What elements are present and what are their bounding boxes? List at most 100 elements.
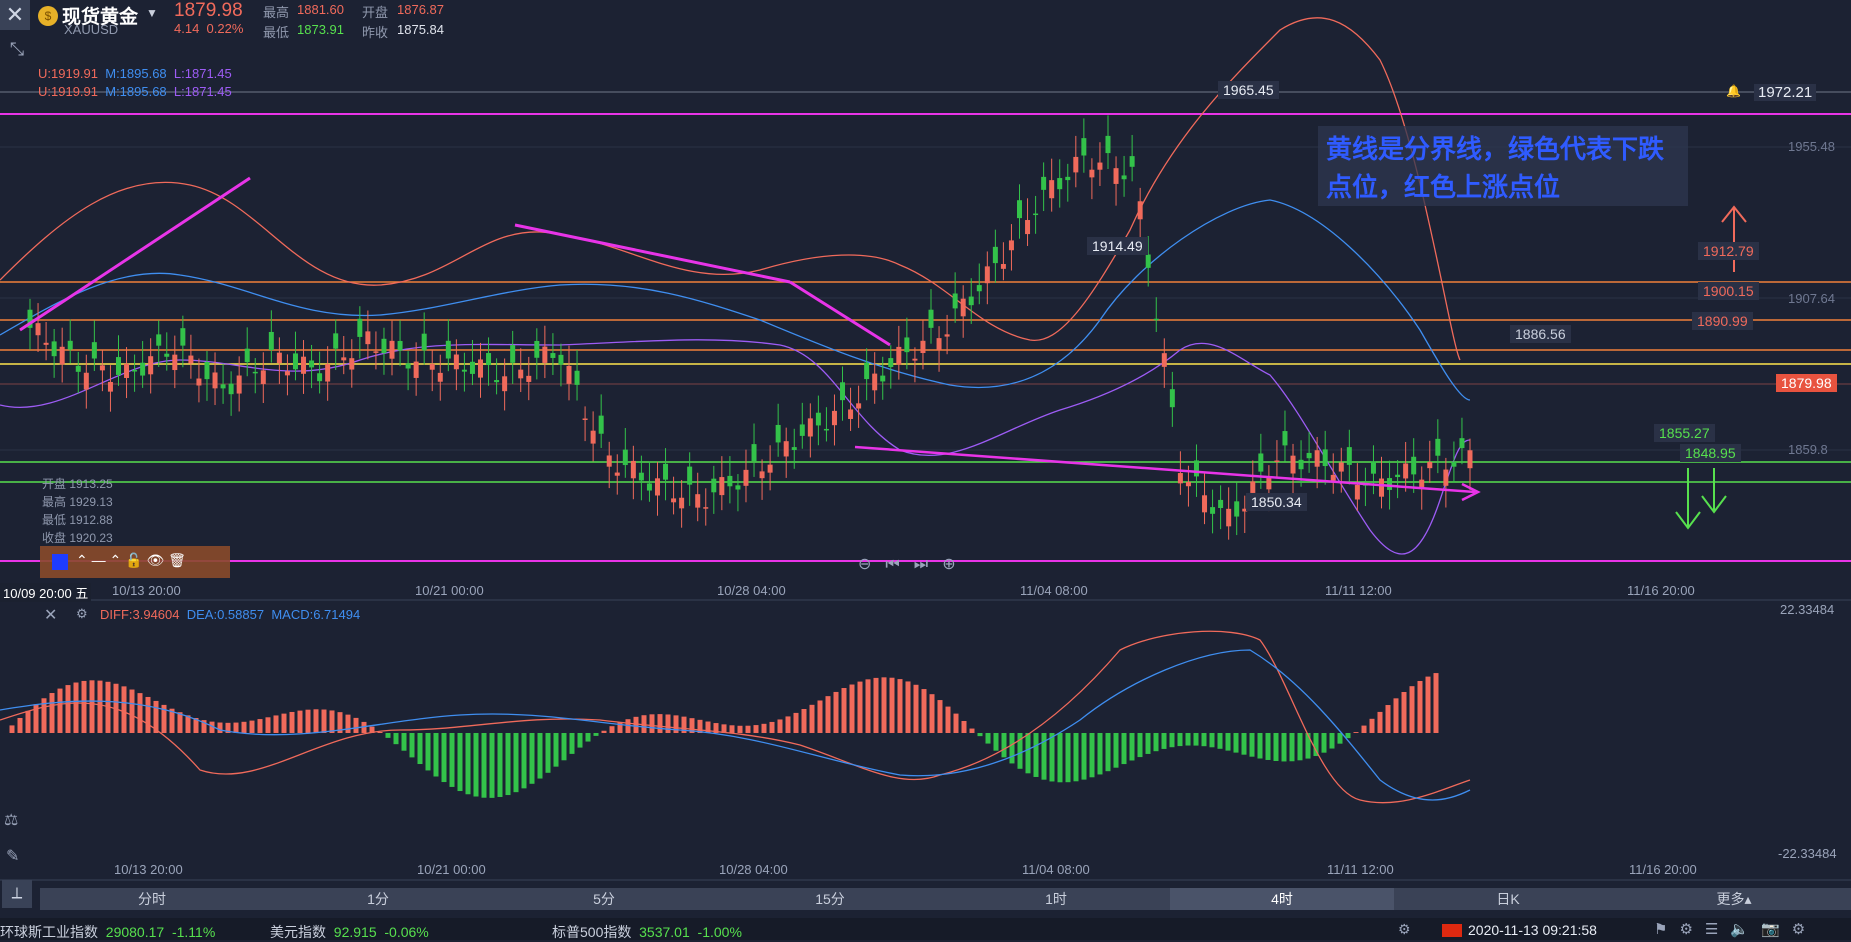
macd-y-bottom: -22.33484 bbox=[1778, 846, 1837, 861]
macd-bar bbox=[737, 725, 743, 733]
candle-body bbox=[107, 381, 113, 392]
close-button[interactable]: ✕ bbox=[0, 0, 30, 30]
ticker-dji[interactable]: 环球斯工业指数 29080.17 -1.11% bbox=[0, 922, 215, 942]
candle-body bbox=[405, 363, 411, 369]
macd-bar bbox=[233, 722, 239, 733]
macd-bar bbox=[449, 733, 455, 787]
macd-bar bbox=[801, 709, 807, 733]
tab-15min[interactable]: 15分 bbox=[790, 888, 870, 910]
macd-bar bbox=[1233, 733, 1239, 753]
color-swatch[interactable] bbox=[52, 554, 68, 570]
macd-bar bbox=[1033, 733, 1039, 777]
high-value: 1881.60 bbox=[297, 2, 344, 17]
candle-body bbox=[284, 371, 290, 376]
toolbar-icons[interactable]: ⌃ — ⌃ 🔓 👁 🗑 bbox=[76, 552, 186, 569]
candle-body bbox=[75, 365, 81, 372]
candle-body bbox=[268, 331, 274, 350]
tab-more[interactable]: 更多▴ bbox=[1694, 888, 1774, 910]
macd-bar bbox=[753, 725, 759, 733]
candle-body bbox=[687, 466, 693, 485]
candle-body bbox=[510, 345, 516, 363]
candle-body bbox=[397, 340, 403, 351]
ticker-spx[interactable]: 标普500指数 3537.01 -1.00% bbox=[552, 922, 742, 942]
candle-body bbox=[1065, 176, 1071, 181]
candle-body bbox=[99, 365, 105, 371]
candle-body bbox=[1008, 240, 1014, 251]
macd-bar bbox=[761, 723, 767, 733]
tab-1min[interactable]: 1分 bbox=[338, 888, 418, 910]
macd-x-2: 10/21 00:00 bbox=[417, 862, 486, 877]
candle-body bbox=[196, 378, 202, 386]
tab-4h[interactable]: 4时 bbox=[1242, 888, 1322, 910]
macd-bar bbox=[1289, 733, 1295, 762]
candle-body bbox=[421, 333, 427, 351]
annotation-note[interactable]: 黄线是分界线，绿色代表下跌点位，红色上涨点位 bbox=[1318, 126, 1688, 206]
open-value: 1876.87 bbox=[397, 2, 444, 17]
macd-bar bbox=[25, 710, 31, 733]
macd-bar bbox=[97, 680, 103, 733]
footer-icons[interactable]: ⚑⚙☰🔈📷⚙ bbox=[1654, 920, 1817, 938]
ohlc-close: 收盘 1920.23 bbox=[42, 531, 113, 545]
macd-bar bbox=[633, 716, 639, 733]
macd-bar bbox=[9, 725, 15, 733]
macd-bar bbox=[929, 694, 935, 733]
candle-body bbox=[220, 384, 226, 389]
candle-body bbox=[494, 380, 500, 383]
tab-timeshare[interactable]: 分时 bbox=[112, 888, 192, 910]
macd-bar bbox=[1201, 733, 1207, 747]
candle-body bbox=[646, 483, 652, 491]
macd-settings-icon[interactable]: ⚙ bbox=[76, 606, 88, 622]
candle-body bbox=[469, 361, 475, 374]
macd-bar bbox=[1073, 733, 1079, 782]
macd-bar bbox=[273, 715, 279, 733]
candle-body bbox=[373, 351, 379, 353]
macd-bar bbox=[553, 733, 559, 767]
macd-close-icon[interactable]: ✕ bbox=[44, 605, 57, 625]
macd-bar bbox=[1193, 733, 1199, 746]
alarm-icon[interactable]: 🔔 bbox=[1726, 84, 1741, 98]
ticker-dxy[interactable]: 美元指数 92.915 -0.06% bbox=[270, 922, 429, 942]
macd-bar bbox=[849, 684, 855, 733]
pen-icon[interactable]: ✎ bbox=[6, 846, 19, 866]
low-label: 最低 bbox=[263, 25, 290, 40]
candle-body bbox=[188, 355, 194, 364]
title-dropdown-icon[interactable]: ▼ bbox=[146, 6, 158, 20]
macd-bar bbox=[945, 706, 951, 733]
draw-tool-icon[interactable]: ⤡ bbox=[4, 36, 30, 62]
settings-icon[interactable]: ⚙ bbox=[1398, 921, 1411, 938]
candle-body bbox=[791, 447, 797, 450]
macd-bar bbox=[89, 680, 95, 733]
candle-body bbox=[35, 323, 41, 336]
candle-body bbox=[1427, 461, 1433, 469]
trendline-2 bbox=[514, 223, 791, 284]
candle-body bbox=[292, 353, 298, 370]
layout-icon[interactable]: ⟂ bbox=[2, 880, 32, 908]
candle-body bbox=[260, 370, 266, 384]
macd-bar bbox=[593, 733, 599, 736]
candle-body bbox=[904, 337, 910, 353]
candle-body bbox=[574, 370, 580, 385]
macd-bar bbox=[857, 681, 863, 733]
macd-bar bbox=[953, 713, 959, 733]
tab-5min[interactable]: 5分 bbox=[564, 888, 644, 910]
macd-bar bbox=[897, 679, 903, 733]
candle-body bbox=[1121, 175, 1127, 180]
candle-body bbox=[848, 409, 854, 419]
macd-bar bbox=[281, 713, 287, 733]
tab-1h[interactable]: 1时 bbox=[1016, 888, 1096, 910]
indicator-icon[interactable]: ⚖ bbox=[4, 810, 18, 830]
candle-body bbox=[864, 362, 870, 380]
candle-body bbox=[1081, 138, 1087, 156]
candle-body bbox=[1161, 353, 1167, 367]
candle-body bbox=[1177, 473, 1183, 484]
label-1965: 1965.45 bbox=[1218, 81, 1279, 99]
macd-bar bbox=[473, 733, 479, 797]
macd-bar bbox=[977, 733, 983, 737]
tab-daily[interactable]: 日K bbox=[1468, 888, 1548, 910]
macd-bar bbox=[1049, 733, 1055, 782]
macd-bar bbox=[305, 709, 311, 733]
boll-middle bbox=[0, 199, 1471, 401]
macd-x-3: 10/28 04:00 bbox=[719, 862, 788, 877]
zoom-controls[interactable]: ⊖⏮⏭⊕ bbox=[858, 554, 970, 574]
macd-bar bbox=[1385, 705, 1391, 733]
